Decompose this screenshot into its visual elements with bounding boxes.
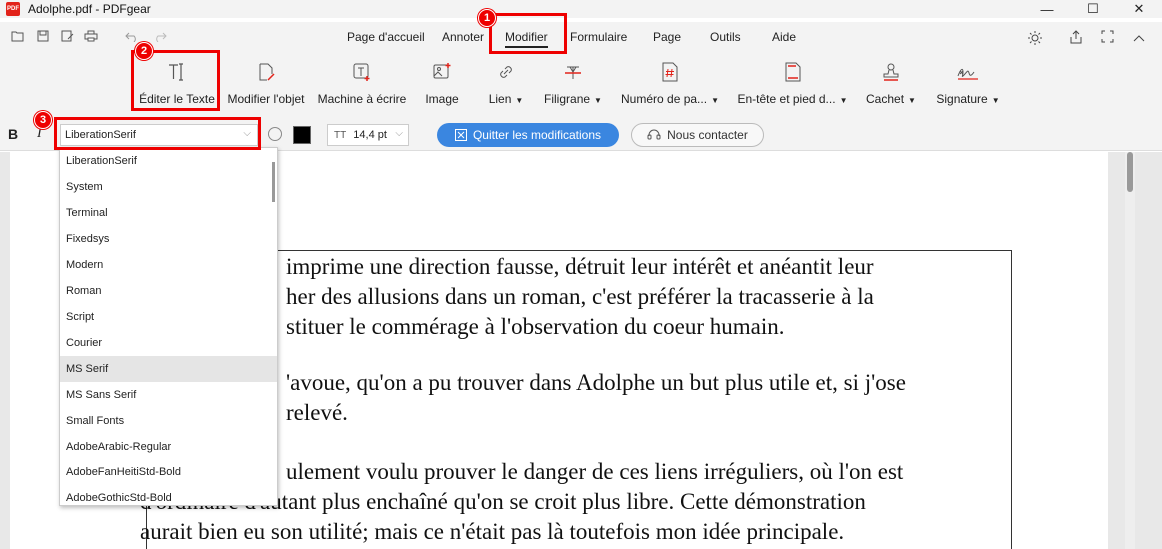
text-color-swatch[interactable] [293,126,311,144]
dropdown-scrollbar[interactable] [272,162,275,202]
tab-annotate[interactable]: Annoter [442,30,484,44]
typewriter-icon [350,60,374,84]
save-icon[interactable] [35,30,51,46]
contact-label: Nous contacter [667,128,748,142]
document-line: 'avoue, qu'on a pu trouver dans Adolphe … [286,370,906,395]
tab-page[interactable]: Page [653,30,681,44]
header-footer-label: En-tête et pied d... ▼ [737,92,848,106]
tab-help[interactable]: Aide [772,30,796,44]
font-dropdown-list: LiberationSerif System Terminal Fixedsys… [59,147,278,506]
signature-button[interactable]: Signature ▼ [935,60,1001,114]
document-line: her des allusions dans un roman, c'est p… [286,284,874,309]
window-title: Adolphe.pdf - PDFgear [28,2,151,16]
typewriter-button[interactable]: Machine à écrire [316,60,408,114]
app-logo-icon: PDF [6,2,20,16]
edit-object-icon [254,60,278,84]
header-footer-icon [781,60,805,84]
font-option[interactable]: Modern [60,252,277,278]
save-as-icon[interactable] [59,30,75,46]
typewriter-label: Machine à écrire [317,92,407,106]
fullscreen-icon[interactable] [1099,30,1115,46]
theme-icon[interactable] [1024,30,1046,46]
link-label: Lien ▼ [488,92,524,106]
highlight-box-font-select [54,117,261,150]
font-size-icon: TT [334,130,347,141]
font-option[interactable]: Courier [60,330,277,356]
scrollbar-thumb[interactable] [1127,152,1133,192]
edit-object-button[interactable]: Modifier l'objet [224,60,308,114]
page-number-label: Numéro de pa... ▼ [621,92,719,106]
font-option[interactable]: MS Sans Serif [60,382,277,408]
tab-form[interactable]: Formulaire [570,30,627,44]
link-button[interactable]: Lien ▼ [484,60,528,114]
font-size-value: 14,4 pt [353,129,387,141]
document-line: relevé. [286,400,348,425]
close-button[interactable]: ✕ [1116,0,1162,18]
font-option[interactable]: Terminal [60,200,277,226]
signature-icon [956,60,980,84]
link-icon [494,60,518,84]
minimize-button[interactable]: — [1024,0,1070,18]
stamp-button[interactable]: Cachet ▼ [864,60,918,114]
step-badge-2: 2 [135,42,153,60]
page-number-icon [658,60,682,84]
print-icon[interactable] [83,30,99,46]
title-bar: PDF Adolphe.pdf - PDFgear — ☐ ✕ [0,0,1162,18]
watermark-icon [561,60,585,84]
font-option[interactable]: AdobeArabic-Regular [60,434,277,460]
font-option[interactable]: Roman [60,278,277,304]
vertical-scrollbar[interactable] [1125,152,1135,549]
watermark-button[interactable]: Filigrane ▼ [544,60,602,114]
font-option[interactable]: Script [60,304,277,330]
redo-icon[interactable] [152,30,168,46]
font-option[interactable]: Fixedsys [60,226,277,252]
headset-icon [647,129,661,140]
share-icon[interactable] [1066,30,1086,46]
font-option[interactable]: Small Fonts [60,408,277,434]
font-option[interactable]: LiberationSerif [60,148,277,174]
font-size-select[interactable]: TT 14,4 pt ⌵ [327,124,409,146]
header-footer-button[interactable]: En-tête et pied d... ▼ [736,60,849,114]
tab-home[interactable]: Page d'accueil [347,30,425,44]
bold-button[interactable]: B [8,126,18,142]
close-box-icon [454,129,467,141]
document-line: imprime une direction fausse, détruit le… [286,254,874,279]
chevron-down-icon: ⌵ [395,128,403,139]
image-label: Image [425,92,459,106]
document-line: stituer le commérage à l'observation du … [286,314,785,339]
page-number-button[interactable]: Numéro de pa... ▼ [619,60,721,114]
stamp-label: Cachet ▼ [866,92,916,106]
document-line: aurait bien eu son utilité; mais ce n'ét… [140,519,845,544]
image-button[interactable]: Image [421,60,463,114]
quit-editing-button[interactable]: Quitter les modifications [437,123,619,147]
color-picker-icon[interactable] [268,127,282,141]
stamp-icon [879,60,903,84]
maximize-button[interactable]: ☐ [1070,0,1116,18]
highlight-box-modifier [489,13,567,54]
tab-tools[interactable]: Outils [710,30,741,44]
collapse-ribbon-icon[interactable] [1131,30,1147,46]
contact-button[interactable]: Nous contacter [631,123,764,147]
step-badge-3: 3 [34,111,52,129]
font-option[interactable]: AdobeGothicStd-Bold [60,485,277,505]
font-option[interactable]: AdobeFanHeitiStd-Bold [60,459,277,485]
document-line: ulement voulu prouver le danger de ces l… [286,459,904,484]
step-badge-1: 1 [478,9,496,27]
quit-editing-label: Quitter les modifications [472,128,602,142]
watermark-label: Filigrane ▼ [544,92,602,106]
open-icon[interactable] [10,30,26,46]
font-option-highlighted[interactable]: MS Serif [60,356,277,382]
image-icon [430,60,454,84]
font-option[interactable]: System [60,174,277,200]
signature-label: Signature ▼ [936,92,1000,106]
edit-object-label: Modifier l'objet [227,92,305,106]
